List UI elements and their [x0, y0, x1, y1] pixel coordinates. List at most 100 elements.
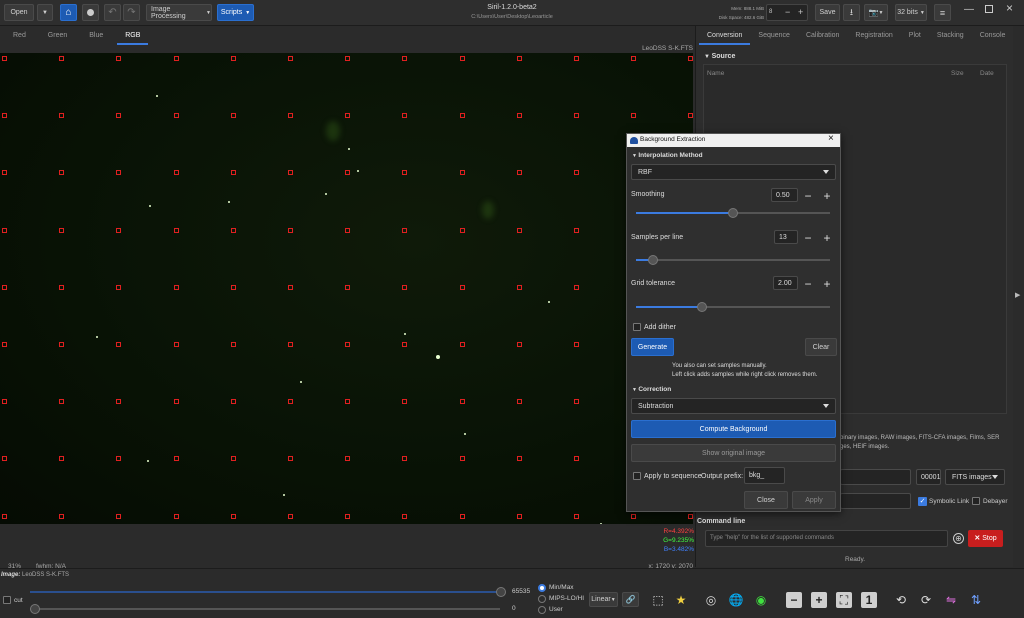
save-as-button[interactable]: ⭳	[843, 4, 860, 21]
tab-plot[interactable]: Plot	[901, 29, 929, 43]
background-sample-marker[interactable]	[574, 56, 579, 61]
background-sample-marker[interactable]	[345, 170, 351, 176]
open-button[interactable]: Open	[4, 4, 34, 21]
output-prefix-input[interactable]: bkg_	[744, 467, 785, 484]
panel-collapse-handle[interactable]: ▶	[1015, 291, 1020, 299]
tolerance-slider[interactable]	[636, 302, 830, 312]
background-sample-marker[interactable]	[173, 284, 179, 290]
background-sample-marker[interactable]	[116, 399, 122, 405]
background-sample-marker[interactable]	[459, 399, 465, 405]
tab-registration[interactable]: Registration	[847, 29, 900, 43]
background-sample-marker[interactable]	[116, 513, 122, 519]
samples-minus[interactable]: −	[802, 232, 814, 244]
background-sample-marker[interactable]	[459, 513, 465, 519]
col-date[interactable]: Date	[980, 70, 994, 77]
max-slider-handle[interactable]	[496, 587, 506, 597]
minimize-button[interactable]: —	[964, 4, 974, 15]
tolerance-slider-handle[interactable]	[696, 302, 707, 312]
background-sample-marker[interactable]	[230, 56, 236, 61]
background-sample-marker[interactable]	[459, 342, 465, 347]
background-sample-marker[interactable]	[459, 456, 465, 462]
background-sample-marker[interactable]	[345, 513, 351, 519]
background-sample-marker[interactable]	[2, 513, 7, 519]
output-format-select[interactable]: FITS images	[945, 469, 1005, 485]
background-sample-marker[interactable]	[2, 284, 7, 290]
background-sample-marker[interactable]	[459, 284, 465, 290]
background-sample-marker[interactable]	[345, 113, 351, 119]
background-sample-marker[interactable]	[2, 227, 7, 233]
radio-mips[interactable]	[538, 595, 546, 603]
background-sample-marker[interactable]	[173, 513, 179, 519]
background-sample-marker[interactable]	[345, 56, 351, 61]
image-processing-menu[interactable]: Image Processing ▼	[146, 4, 212, 21]
smoothing-minus[interactable]: −	[802, 190, 814, 202]
background-sample-marker[interactable]	[574, 513, 579, 519]
background-sample-marker[interactable]	[116, 284, 122, 290]
background-sample-marker[interactable]	[230, 456, 236, 462]
display-mode-select[interactable]: Linear ▼	[589, 592, 618, 607]
background-sample-marker[interactable]	[402, 227, 408, 233]
col-size[interactable]: Size	[951, 70, 964, 77]
background-sample-marker[interactable]	[516, 342, 522, 347]
tolerance-plus[interactable]: +	[821, 278, 833, 290]
symbolic-link-checkbox[interactable]: ✓	[918, 497, 927, 506]
background-sample-marker[interactable]	[402, 456, 408, 462]
background-sample-marker[interactable]	[345, 284, 351, 290]
tab-blue[interactable]: Blue	[81, 29, 111, 43]
tolerance-minus[interactable]: −	[802, 278, 814, 290]
background-sample-marker[interactable]	[574, 170, 579, 176]
min-value[interactable]: 0	[512, 605, 516, 612]
plus-icon[interactable]: +	[798, 7, 803, 17]
background-sample-marker[interactable]	[230, 170, 236, 176]
help-icon[interactable]: ⊕	[953, 533, 964, 544]
save-button[interactable]: Save	[815, 4, 840, 21]
rotate-left-icon[interactable]: ⟲	[893, 592, 909, 608]
background-sample-marker[interactable]	[574, 399, 579, 405]
tab-red[interactable]: Red	[5, 29, 34, 43]
zoom-in-icon[interactable]: +	[811, 592, 827, 608]
background-sample-marker[interactable]	[516, 284, 522, 290]
background-sample-marker[interactable]	[116, 113, 122, 119]
close-button[interactable]: Close	[744, 491, 788, 509]
compute-background-button[interactable]: Compute Background	[631, 420, 836, 438]
background-sample-marker[interactable]	[345, 399, 351, 405]
bit-depth-select[interactable]: 32 bits ▼	[895, 4, 927, 21]
background-sample-marker[interactable]	[516, 56, 522, 61]
background-sample-marker[interactable]	[345, 227, 351, 233]
scripts-menu[interactable]: Scripts ▼	[217, 4, 254, 21]
tab-calibration[interactable]: Calibration	[798, 29, 847, 43]
record-button[interactable]	[82, 4, 99, 21]
background-sample-marker[interactable]	[230, 399, 236, 405]
background-sample-marker[interactable]	[459, 170, 465, 176]
background-sample-marker[interactable]	[173, 170, 179, 176]
background-sample-marker[interactable]	[459, 227, 465, 233]
samples-slider[interactable]	[636, 255, 830, 265]
minus-icon[interactable]: −	[785, 7, 790, 17]
samples-plus[interactable]: +	[821, 232, 833, 244]
background-sample-marker[interactable]	[345, 342, 351, 347]
interpolation-select[interactable]: RBF	[631, 164, 836, 180]
interpolation-header[interactable]: ▼ Interpolation Method	[632, 152, 703, 159]
thread-spinner[interactable]: 8 − +	[766, 4, 808, 21]
zoom-out-icon[interactable]: −	[786, 592, 802, 608]
grid-tolerance-input[interactable]: 2.00	[773, 276, 798, 290]
tab-conversion[interactable]: Conversion	[699, 29, 751, 45]
background-sample-marker[interactable]	[459, 113, 465, 119]
stop-button[interactable]: ✕ Stop	[968, 530, 1003, 547]
snapshot-button[interactable]: 📷 ▼	[864, 4, 888, 21]
background-sample-marker[interactable]	[230, 342, 236, 347]
max-value[interactable]: 65535	[512, 588, 530, 595]
background-sample-marker[interactable]	[631, 513, 637, 519]
background-sample-marker[interactable]	[288, 113, 293, 119]
open-recent-dropdown[interactable]: ▼	[37, 4, 53, 21]
source-header[interactable]: ▼ Source	[704, 53, 735, 60]
background-sample-marker[interactable]	[345, 456, 351, 462]
background-sample-marker[interactable]	[402, 342, 408, 347]
background-sample-marker[interactable]	[230, 227, 236, 233]
background-sample-marker[interactable]	[288, 456, 293, 462]
background-sample-marker[interactable]	[574, 227, 579, 233]
apply-to-sequence-checkbox[interactable]	[633, 472, 641, 480]
background-sample-marker[interactable]	[116, 56, 122, 61]
zoom-one-icon[interactable]: 1	[861, 592, 877, 608]
background-sample-marker[interactable]	[230, 284, 236, 290]
